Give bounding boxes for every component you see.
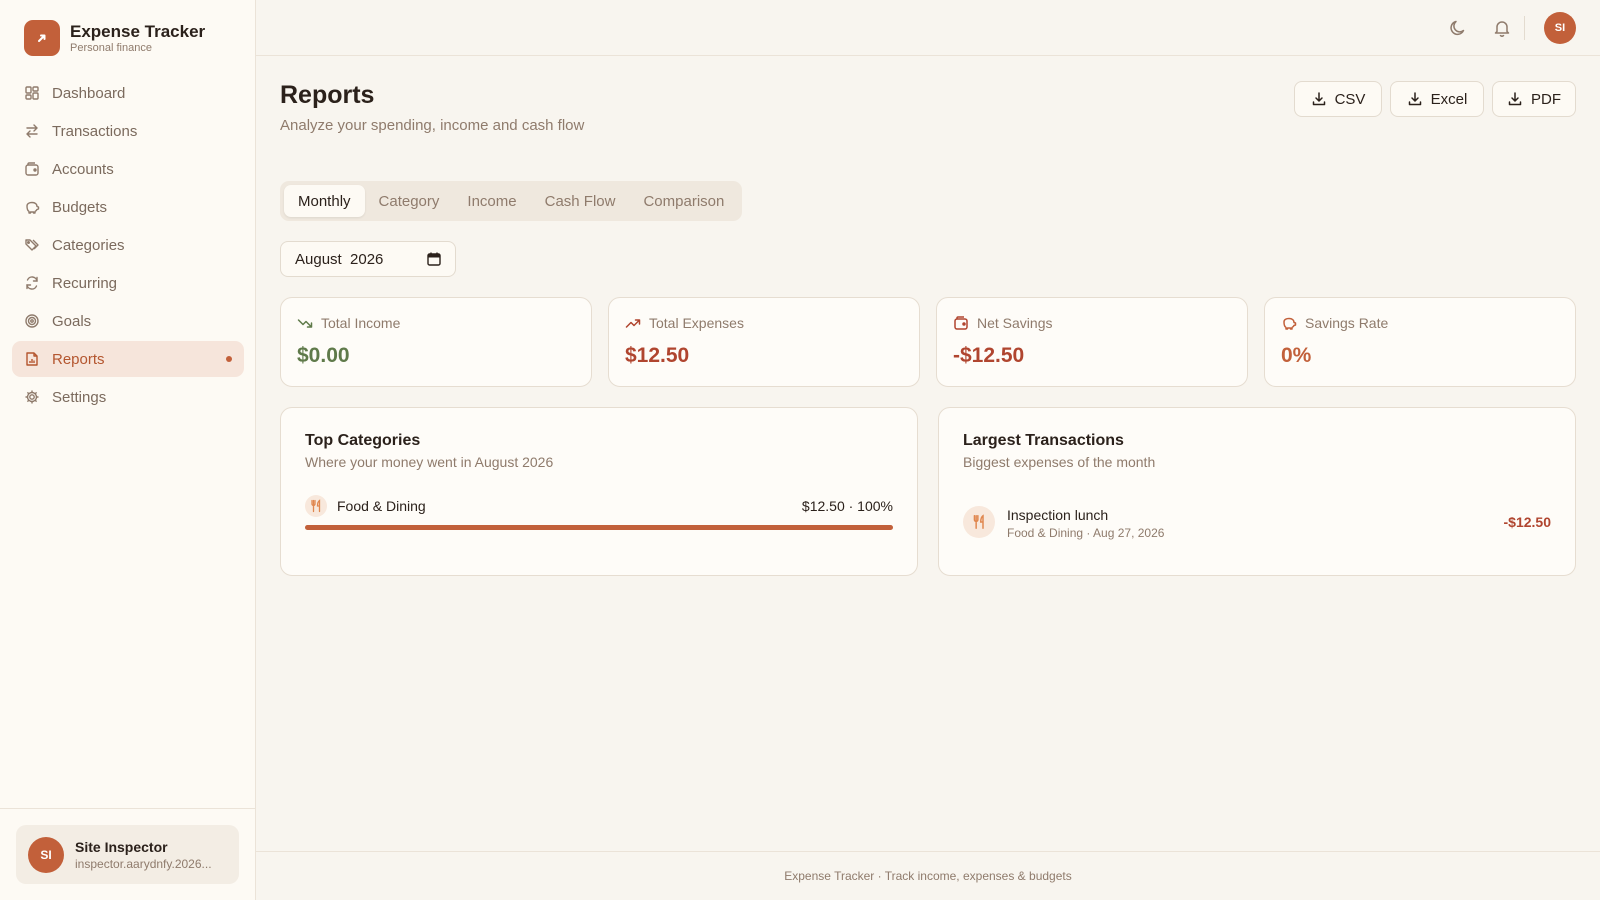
- stat-label: Total Income: [321, 315, 401, 331]
- stat-total-income: Total Income $0.00: [280, 297, 592, 387]
- calendar-icon[interactable]: [427, 252, 441, 266]
- export-excel-button[interactable]: Excel: [1390, 81, 1484, 117]
- bell-icon[interactable]: [1492, 18, 1512, 38]
- user-card[interactable]: SI Site Inspector inspector.aarydnfy.202…: [16, 825, 239, 884]
- panel-subtitle: Biggest expenses of the month: [963, 454, 1156, 470]
- export-pdf-label: PDF: [1531, 90, 1561, 108]
- category-progress-track: [305, 525, 893, 530]
- stat-net-savings: Net Savings -$12.50: [936, 297, 1248, 387]
- largest-transactions-panel: Largest Transactions Biggest expenses of…: [938, 407, 1576, 576]
- sidebar-item-dashboard[interactable]: Dashboard: [12, 75, 244, 111]
- transaction-amount: -$12.50: [1503, 514, 1551, 530]
- export-csv-label: CSV: [1334, 90, 1366, 108]
- stat-savings-rate: Savings Rate 0%: [1264, 297, 1576, 387]
- sidebar: Expense Tracker Personal finance Dashboa…: [0, 0, 256, 900]
- tab-cash-flow[interactable]: Cash Flow: [531, 185, 630, 217]
- user-name: Site Inspector: [75, 838, 168, 855]
- piggy-bank-icon: [1283, 317, 1297, 330]
- category-progress-fill: [305, 525, 893, 530]
- moon-icon[interactable]: [1448, 18, 1468, 38]
- page-footer: Expense Tracker · Track income, expenses…: [256, 851, 1600, 900]
- download-icon: [1508, 92, 1522, 106]
- download-icon: [1408, 92, 1421, 106]
- topbar-divider: [1524, 16, 1525, 40]
- stat-value: -$12.50: [953, 344, 1025, 367]
- stat-label: Net Savings: [977, 315, 1053, 331]
- app-title: Expense Tracker: [70, 21, 206, 41]
- panel-title: Top Categories: [305, 432, 421, 449]
- sidebar-item-label: Goals: [52, 312, 92, 330]
- brand[interactable]: Expense Tracker Personal finance: [24, 20, 205, 56]
- sidebar-item-label: Transactions: [52, 122, 138, 140]
- export-excel-label: Excel: [1430, 90, 1468, 108]
- transaction-meta: Food & Dining · Aug 27, 2026: [1007, 526, 1165, 540]
- tab-category[interactable]: Category: [365, 185, 454, 217]
- month-picker-value: August 2026: [295, 250, 384, 268]
- trending-up-icon: [625, 319, 641, 328]
- panel-subtitle: Where your money went in August 2026: [305, 454, 554, 470]
- sidebar-item-accounts[interactable]: Accounts: [12, 151, 244, 187]
- sidebar-nav: Dashboard Transactions Accounts Budgets …: [12, 75, 244, 417]
- tags-icon: [25, 239, 39, 251]
- page-subtitle: Analyze your spending, income and cash f…: [280, 117, 585, 134]
- tab-comparison[interactable]: Comparison: [629, 185, 738, 217]
- sidebar-item-transactions[interactable]: Transactions: [12, 113, 244, 149]
- sidebar-item-goals[interactable]: Goals: [12, 303, 244, 339]
- export-csv-button[interactable]: CSV: [1294, 81, 1382, 117]
- sidebar-item-settings[interactable]: Settings: [12, 379, 244, 415]
- category-amount: $12.50 · 100%: [801, 498, 893, 514]
- stat-label: Savings Rate: [1305, 315, 1389, 331]
- sidebar-item-label: Recurring: [52, 274, 118, 292]
- sidebar-item-label: Settings: [52, 388, 107, 406]
- wallet-icon: [25, 162, 39, 176]
- stat-value: $12.50: [625, 344, 690, 367]
- sidebar-item-label: Accounts: [52, 160, 114, 178]
- sidebar-item-label: Budgets: [52, 198, 108, 216]
- target-icon: [25, 314, 39, 328]
- piggy-bank-icon: [26, 201, 40, 214]
- category-name: Food & Dining: [337, 498, 426, 514]
- tab-income[interactable]: Income: [453, 185, 530, 217]
- sidebar-footer: SI Site Inspector inspector.aarydnfy.202…: [0, 808, 255, 900]
- top-categories-panel: Top Categories Where your money went in …: [280, 407, 918, 576]
- sidebar-item-label: Reports: [52, 350, 105, 368]
- utensils-icon: [305, 495, 327, 517]
- user-email: inspector.aarydnfy.2026...: [75, 856, 212, 871]
- sidebar-item-recurring[interactable]: Recurring: [12, 265, 244, 301]
- refresh-icon: [26, 276, 38, 290]
- active-indicator: [226, 356, 232, 362]
- grid-icon: [25, 86, 39, 100]
- stat-label: Total Expenses: [649, 315, 744, 331]
- list-item[interactable]: Food & Dining $12.50 · 100%: [305, 495, 893, 519]
- panel-title: Largest Transactions: [963, 432, 1124, 449]
- page-title: Reports: [280, 81, 375, 109]
- stat-value: $0.00: [297, 344, 350, 367]
- export-pdf-button[interactable]: PDF: [1492, 81, 1576, 117]
- wallet-icon: [954, 316, 968, 330]
- tab-monthly[interactable]: Monthly: [284, 185, 365, 217]
- avatar: SI: [28, 836, 64, 873]
- arrows-icon: [26, 124, 38, 138]
- gear-icon: [25, 390, 39, 404]
- sidebar-item-label: Categories: [52, 236, 125, 254]
- sidebar-item-reports[interactable]: Reports: [12, 341, 244, 377]
- top-avatar[interactable]: SI: [1544, 12, 1576, 44]
- download-icon: [1312, 92, 1325, 106]
- stat-value: 0%: [1281, 344, 1312, 367]
- footer-text: Expense Tracker · Track income, expenses…: [784, 869, 1072, 883]
- app-subtitle: Personal finance: [70, 41, 152, 54]
- report-tabs: Monthly Category Income Cash Flow Compar…: [280, 181, 742, 221]
- sidebar-item-categories[interactable]: Categories: [12, 227, 244, 263]
- sidebar-item-label: Dashboard: [52, 84, 126, 102]
- utensils-icon: [963, 506, 995, 538]
- trending-down-icon: [297, 319, 313, 328]
- logo-icon: [24, 20, 60, 56]
- file-chart-icon: [26, 352, 38, 366]
- topbar: SI: [256, 0, 1600, 56]
- month-picker[interactable]: August 2026: [280, 241, 456, 277]
- transaction-name[interactable]: Inspection lunch: [1007, 507, 1108, 523]
- sidebar-item-budgets[interactable]: Budgets: [12, 189, 244, 225]
- stat-total-expenses: Total Expenses $12.50: [608, 297, 920, 387]
